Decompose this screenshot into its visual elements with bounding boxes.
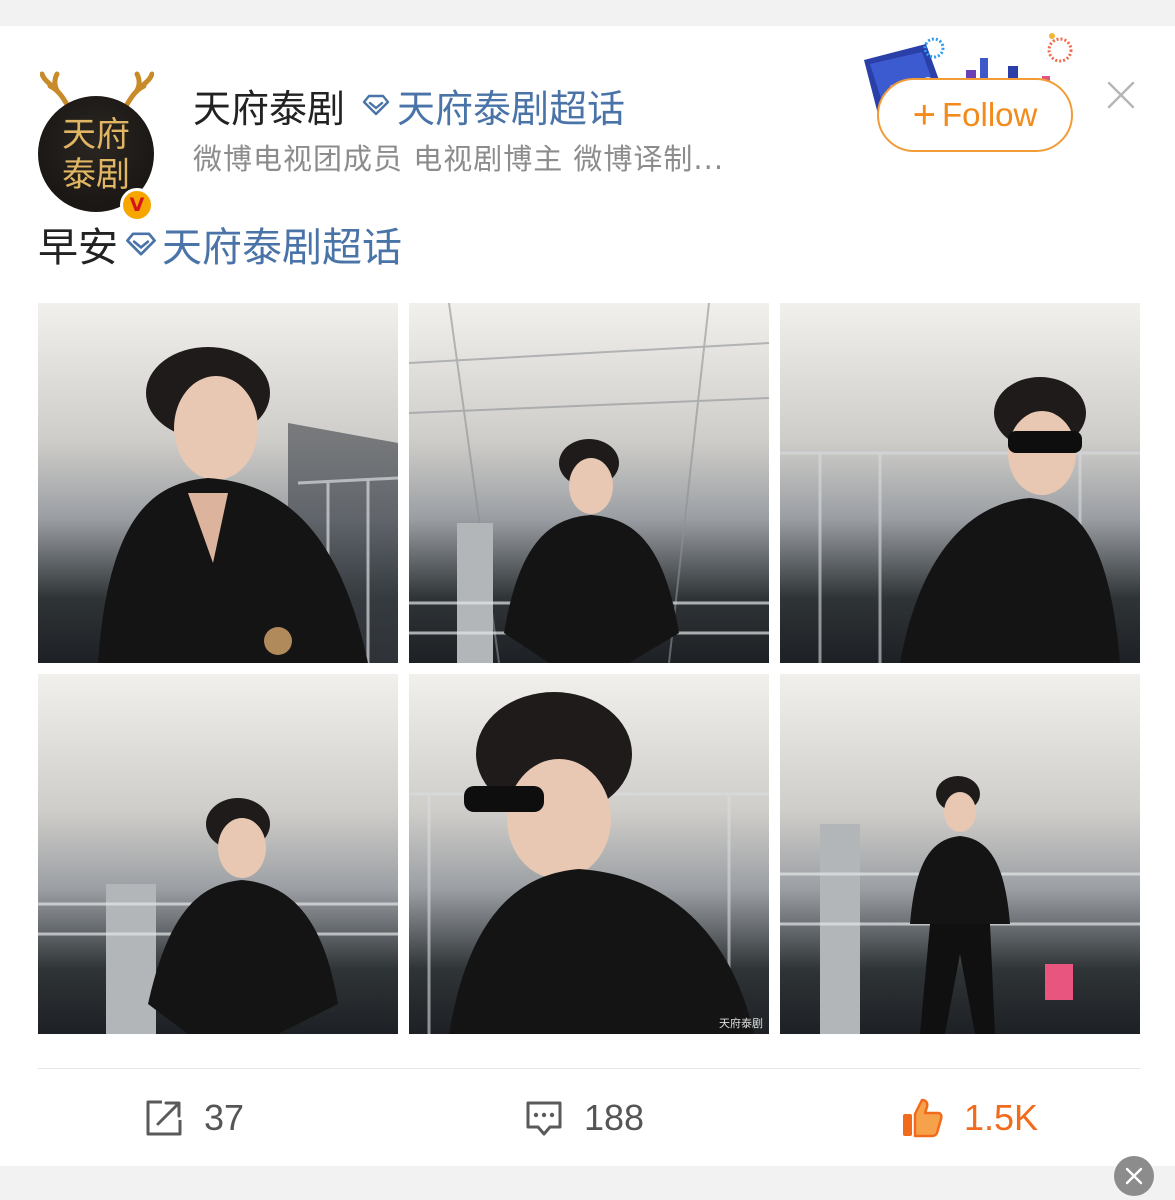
close-icon (1125, 1167, 1143, 1185)
author-name[interactable]: 天府泰剧 (193, 78, 345, 133)
photo-image (780, 776, 1140, 1034)
post-content: 早安 天府泰剧超话 (38, 216, 402, 272)
post-photo[interactable] (409, 303, 769, 663)
like-count: 1.5K (964, 1097, 1039, 1138)
repost-icon (146, 1100, 182, 1136)
comment-count: 188 (584, 1097, 645, 1138)
avatar-logo-line: 泰剧 (62, 155, 130, 195)
follow-button[interactable]: + Follow (877, 78, 1073, 152)
floating-close-button[interactable] (1114, 1156, 1154, 1196)
repost-button[interactable]: 37 (144, 1096, 244, 1140)
photo-watermark: 天府泰剧 (719, 1017, 763, 1030)
repost-count: 37 (204, 1097, 245, 1138)
author-avatar[interactable]: 天府 泰剧 V (38, 68, 156, 222)
post-photo[interactable] (780, 303, 1140, 663)
author-header: 天府泰剧 天府泰剧超话 (193, 78, 625, 133)
photo-image (98, 347, 398, 663)
post-photo[interactable] (38, 303, 398, 663)
avatar-logo-line: 天府 (62, 115, 130, 155)
topic-label: 天府泰剧超话 (397, 86, 626, 131)
post-photo[interactable] (38, 674, 398, 1034)
like-button[interactable]: 1.5K (900, 1096, 1038, 1140)
divider (38, 1068, 1140, 1069)
plus-icon: + (912, 93, 936, 137)
topic-link[interactable]: 天府泰剧超话 (361, 78, 625, 133)
post-photo[interactable] (780, 674, 1140, 1034)
photo-image (780, 377, 1140, 663)
like-icon (903, 1098, 943, 1138)
weibo-post-card: 天府 泰剧 V 天府泰剧 天府泰剧超话 微博电视团成员 电视剧博主 微博译制..… (0, 26, 1175, 1166)
photo-image (409, 692, 769, 1034)
diamond-icon (362, 94, 390, 116)
post-photo[interactable]: 天府泰剧 (409, 674, 769, 1034)
diamond-icon (126, 232, 156, 256)
comment-button[interactable]: 188 (524, 1096, 644, 1140)
comment-icon (526, 1101, 562, 1136)
post-text: 早安 (38, 225, 118, 271)
close-icon[interactable] (1106, 80, 1136, 110)
photo-image (409, 303, 769, 663)
photo-image (38, 798, 398, 1034)
author-subtitle: 微博电视团成员 电视剧博主 微博译制... (193, 142, 725, 176)
content-topic-link[interactable]: 天府泰剧超话 (162, 215, 402, 273)
follow-label: Follow (942, 96, 1038, 133)
